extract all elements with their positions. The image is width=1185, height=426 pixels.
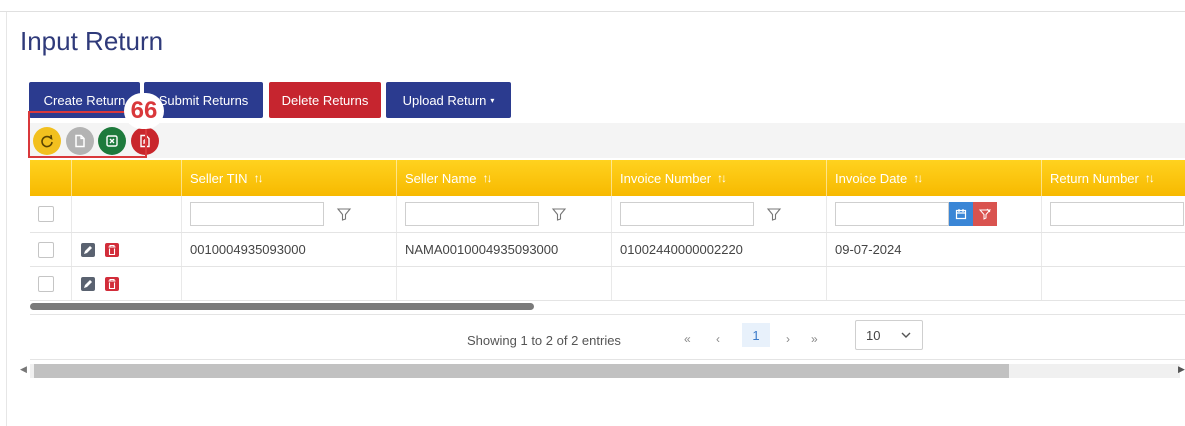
row-select-cell [30,233,72,266]
seller-tin-cell: 0010004935093000 [182,233,397,266]
sort-icon[interactable]: ↑↓ [483,171,493,185]
return-number-cell [1042,267,1185,300]
scroll-left-icon[interactable]: ◀ [20,364,27,375]
excel-icon[interactable] [98,127,126,155]
invoice-date-cell: 09-07-2024 [827,233,1042,266]
delete-icon[interactable] [104,242,120,258]
header-return-number[interactable]: Return Number ↑↓ [1042,160,1185,196]
chevron-down-icon [901,332,911,338]
header-seller-name[interactable]: Seller Name ↑↓ [397,160,612,196]
table-row[interactable] [30,267,1185,301]
select-all-checkbox[interactable] [38,206,54,222]
last-page-button[interactable]: » [811,328,818,350]
header-seller-tin[interactable]: Seller TIN ↑↓ [182,160,397,196]
invoice-date-filter-input[interactable] [835,202,949,226]
seller-tin-filter-input[interactable] [190,202,324,226]
invoice-number-cell [612,267,827,300]
page-size-value: 10 [866,327,881,343]
scrollbar-thumb[interactable] [34,364,1009,378]
refresh-icon[interactable] [33,127,61,155]
header-label: Seller TIN [190,170,248,186]
upload-return-label: Upload Return [402,92,487,108]
row-checkbox[interactable] [38,275,54,292]
seller-name-cell [397,267,612,300]
next-page-button[interactable]: › [786,328,790,350]
seller-name-filter-input[interactable] [405,202,539,226]
grid-header: Seller TIN ↑↓ Seller Name ↑↓ Invoice Numbe… [30,160,1185,196]
row-select-cell [30,267,72,300]
filter-icon[interactable] [766,206,782,222]
clear-filter-icon[interactable] [973,202,997,226]
header-invoice-number[interactable]: Invoice Number ↑↓ [612,160,827,196]
header-actions [72,160,182,196]
seller-name-cell: NAMA0010004935093000 [397,233,612,266]
filter-row [30,196,1185,233]
scroll-right-icon[interactable]: ▶ [1178,364,1185,375]
grid-toolbar [30,123,1185,158]
upload-return-button[interactable]: Upload Return ▾ [386,82,511,118]
row-checkbox[interactable] [38,241,54,258]
pdf-icon[interactable] [131,127,159,155]
prev-page-button[interactable]: ‹ [716,328,720,350]
header-label: Invoice Number [620,170,712,186]
invoice-number-cell: 01002440000002220 [612,233,827,266]
delete-icon[interactable] [104,276,120,292]
return-number-cell [1042,233,1185,266]
header-label: Invoice Date [835,170,908,186]
filter-invoice-date-cell [827,196,1042,232]
pagination-info: Showing 1 to 2 of 2 entries [467,333,621,348]
filter-select-cell [30,196,72,232]
grid-horizontal-scrollbar[interactable] [30,303,534,310]
seller-tin-cell [182,267,397,300]
filter-icon[interactable] [336,206,352,222]
row-actions-cell [72,267,182,300]
sort-icon[interactable]: ↑↓ [717,171,727,185]
top-frame [0,0,1185,12]
header-invoice-date[interactable]: Invoice Date ↑↓ [827,160,1042,196]
header-label: Seller Name [405,170,477,186]
invoice-date-cell [827,267,1042,300]
sort-icon[interactable]: ↑↓ [254,171,264,185]
page-size-select[interactable]: 10 [855,320,923,350]
table-row[interactable]: 0010004935093000 NAMA0010004935093000 01… [30,233,1185,267]
first-page-button[interactable]: « [684,328,691,350]
filter-invoice-number-cell [612,196,827,232]
delete-returns-button[interactable]: Delete Returns [269,82,381,118]
document-icon[interactable] [66,127,94,155]
invoice-number-filter-input[interactable] [620,202,754,226]
return-number-filter-input[interactable] [1050,202,1184,226]
filter-seller-tin-cell [182,196,397,232]
filter-seller-name-cell [397,196,612,232]
sort-icon[interactable]: ↑↓ [913,171,923,185]
header-select [30,160,72,196]
annotation-badge: 66 [124,93,164,129]
edit-icon[interactable] [80,242,96,258]
header-label: Return Number [1050,170,1139,186]
caret-down-icon: ▾ [490,95,495,105]
filter-return-number-cell [1042,196,1185,232]
left-frame [6,12,7,426]
edit-icon[interactable] [80,276,96,292]
page-1-button[interactable]: 1 [742,323,770,347]
calendar-icon[interactable] [949,202,973,226]
filter-actions-cell [72,196,182,232]
filter-icon[interactable] [551,206,567,222]
page-title: Input Return [20,26,164,56]
row-actions-cell [72,233,182,266]
sort-icon[interactable]: ↑↓ [1145,171,1155,185]
